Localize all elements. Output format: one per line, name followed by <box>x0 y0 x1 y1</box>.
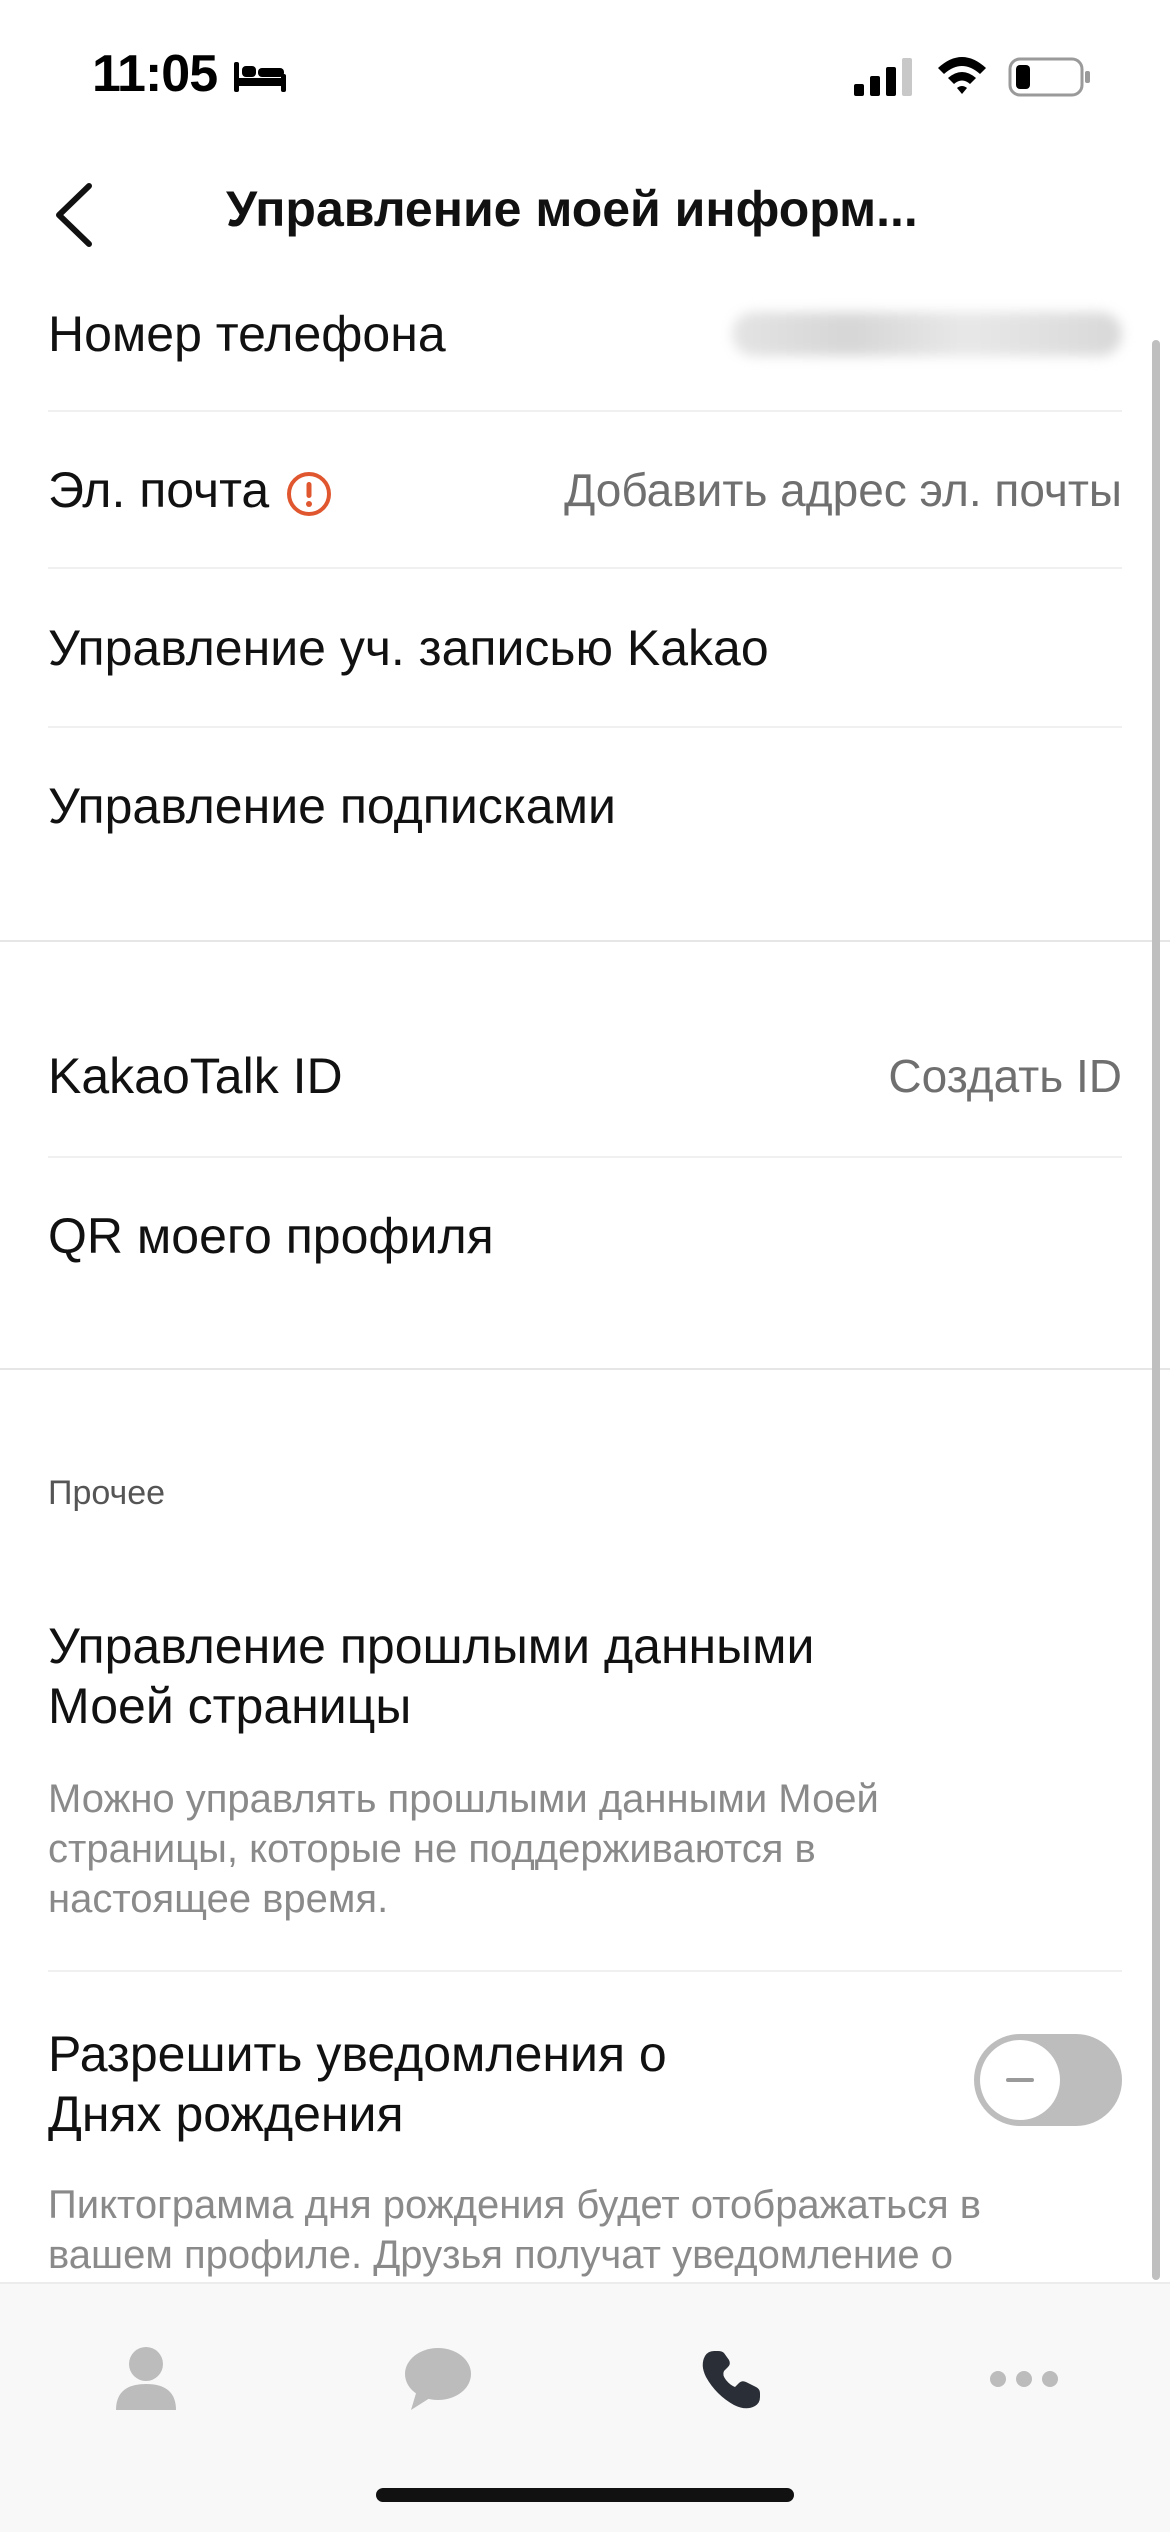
section-header-other: Прочее <box>48 1474 166 1512</box>
phone-number-label: Номер телефона <box>48 306 446 362</box>
past-data-title-line2: Моей страницы <box>48 1678 412 1734</box>
birthday-description: Пиктограмма дня рождения будет отображат… <box>48 2180 1108 2280</box>
chevron-left-icon <box>56 183 92 247</box>
birthday-title-line2: Днях рождения <box>48 2086 404 2142</box>
birthday-notifications-title: Разрешить уведомления о Днях рождения <box>48 2024 948 2144</box>
tab-more[interactable] <box>954 2324 1094 2434</box>
past-data-desc-line2: страницы, которые не поддерживаются в <box>48 1827 816 1871</box>
kakaotalk-id-value: Создать ID <box>888 1050 1122 1102</box>
email-label-wrap: Эл. почта <box>48 461 333 519</box>
scrollbar[interactable] <box>1152 340 1160 2280</box>
qr-profile-label: QR моего профиля <box>48 1208 494 1264</box>
email-row[interactable]: Эл. почта Добавить адрес эл. почты <box>48 450 1122 530</box>
past-data-desc-line1: Можно управлять прошлыми данными Моей <box>48 1777 879 1821</box>
past-data-desc-line3: настоящее время. <box>48 1877 389 1921</box>
divider <box>48 1970 1122 1972</box>
email-label: Эл. почта <box>48 462 270 518</box>
back-button[interactable] <box>38 170 108 260</box>
status-bar: 11:05 <box>0 0 1170 150</box>
toggle-knob <box>980 2040 1060 2120</box>
divider <box>48 726 1122 728</box>
kakaotalk-id-label: KakaoTalk ID <box>48 1048 343 1104</box>
email-value: Добавить адрес эл. почты <box>564 464 1122 516</box>
status-time: 11:05 <box>92 45 218 103</box>
minus-icon <box>1006 2078 1034 2082</box>
kakao-account-row[interactable]: Управление уч. записью Kakao <box>48 608 1122 688</box>
more-icon <box>990 2371 1058 2387</box>
section-divider <box>0 940 1170 942</box>
chats-icon <box>405 2348 471 2410</box>
birthday-desc-line2: вашем профиле. Друзья получат уведомлени… <box>48 2233 953 2277</box>
cellular-signal-icon <box>854 58 912 96</box>
section-divider <box>0 1368 1170 1370</box>
page-title: Управление моей информ... <box>226 181 918 237</box>
calls-icon <box>702 2351 760 2409</box>
birthday-title-line1: Разрешить уведомления о <box>48 2026 667 2082</box>
tab-calls[interactable] <box>662 2324 802 2434</box>
screen: 11:05 Управление моей информ... Номер те… <box>0 0 1170 2532</box>
phone-number-row[interactable]: Номер телефона <box>48 294 1122 374</box>
battery-icon <box>1008 57 1090 97</box>
wifi-icon <box>938 57 986 94</box>
tab-friends[interactable] <box>76 2324 216 2434</box>
divider <box>48 567 1122 569</box>
birthday-desc-line1: Пиктограмма дня рождения будет отображат… <box>48 2183 981 2227</box>
past-data-title[interactable]: Управление прошлыми данными Моей страниц… <box>48 1616 948 1736</box>
kakao-account-label: Управление уч. записью Kakao <box>48 620 769 676</box>
past-data-description: Можно управлять прошлыми данными Моей ст… <box>48 1774 1108 1924</box>
tab-chats[interactable] <box>368 2324 508 2434</box>
home-indicator[interactable] <box>376 2488 794 2502</box>
divider <box>48 1156 1122 1158</box>
qr-profile-row[interactable]: QR моего профиля <box>48 1196 1122 1276</box>
phone-number-value-blurred <box>732 312 1122 356</box>
kakaotalk-id-row[interactable]: KakaoTalk ID Создать ID <box>48 1036 1122 1116</box>
nav-bar: Управление моей информ... <box>0 150 1170 276</box>
subscriptions-row[interactable]: Управление подписками <box>48 766 1122 846</box>
friends-icon <box>116 2347 176 2410</box>
subscriptions-label: Управление подписками <box>48 778 616 834</box>
divider <box>48 410 1122 412</box>
past-data-title-line1: Управление прошлыми данными <box>48 1618 815 1674</box>
sleep-focus-icon <box>234 62 286 92</box>
birthday-notifications-toggle[interactable] <box>974 2034 1122 2126</box>
warning-icon <box>287 471 332 516</box>
